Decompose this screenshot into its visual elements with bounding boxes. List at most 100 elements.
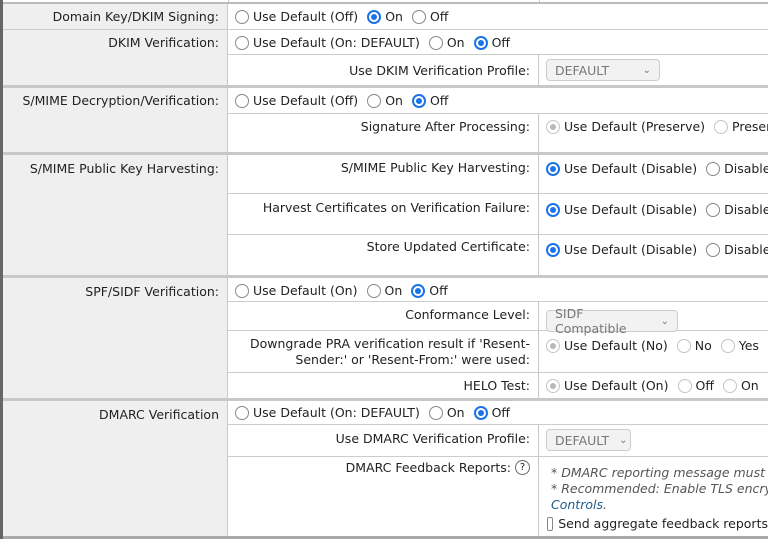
signature-radios: Use Default (Preserve) Preser — [539, 114, 768, 134]
label-dmarc-feedback: DMARC Feedback Reports:? — [228, 456, 539, 539]
opt-label: Disable — [724, 202, 768, 217]
opt-label: On — [446, 405, 465, 420]
radio-harvest-0-disable[interactable] — [706, 161, 721, 176]
opt-label: Use Default (Disable) — [564, 161, 698, 176]
radio-harvest-1-disable[interactable] — [706, 202, 721, 217]
opt-label: Use Default (Disable) — [564, 202, 698, 217]
opt-label: Use Default (Preserve) — [564, 119, 706, 134]
select-value: SIDF Compatible — [555, 306, 627, 336]
radio-dmarc-default[interactable] — [235, 405, 249, 420]
harvest-2-radios: Use Default (Disable) Disable — [539, 237, 768, 257]
opt-label: Use Default (Off) — [253, 93, 359, 108]
radio-signature-default[interactable] — [546, 119, 560, 134]
radio-harvest-0-default[interactable] — [546, 161, 560, 176]
chevron-down-icon: ⌄ — [642, 64, 651, 76]
label-dmarc: DMARC Verification — [3, 401, 228, 539]
dmarc-radios: Use Default (On: DEFAULT) On Off — [228, 400, 512, 420]
radio-smime-off[interactable] — [411, 93, 426, 108]
label-downgrade: Downgrade PRA verification result if 'Re… — [228, 330, 539, 372]
radio-dkim-signing-off[interactable] — [411, 9, 426, 24]
dkim-verification-radios: Use Default (On: DEFAULT) On Off — [228, 30, 512, 50]
opt-label: Off — [429, 93, 449, 108]
radio-downgrade-default[interactable] — [546, 338, 560, 353]
radio-smime-default[interactable] — [235, 93, 249, 108]
radio-spf-off[interactable] — [411, 283, 426, 298]
opt-label: On — [385, 93, 403, 108]
label-conformance: Conformance Level: — [228, 301, 539, 330]
select-value: DEFAULT — [555, 62, 610, 78]
label-dkim-signing: Domain Key/DKIM Signing: — [3, 3, 228, 29]
dkim-profile-select[interactable]: DEFAULT ⌄ — [546, 59, 660, 81]
radio-harvest-2-default[interactable] — [546, 242, 560, 257]
opt-label: On — [446, 35, 465, 50]
dkim-signing-radios: Use Default (Off) On Off — [228, 4, 450, 24]
opt-label: Off — [429, 9, 449, 24]
radio-dkim-ver-default[interactable] — [235, 35, 249, 50]
opt-label: No — [694, 338, 712, 353]
conformance-select[interactable]: SIDF Compatible ⌄ — [546, 306, 678, 336]
feedback-note-2: * Recommended: Enable TLS encryp — [551, 481, 768, 496]
aggregate-feedback-checkbox[interactable] — [547, 516, 554, 531]
radio-harvest-1-default[interactable] — [546, 202, 560, 217]
label-dkim-profile: Use DKIM Verification Profile: — [228, 54, 539, 86]
smime-decryption-radios: Use Default (Off) On Off — [228, 88, 450, 108]
opt-label: Use Default (On) — [564, 378, 669, 393]
spf-radios: Use Default (On) On Off — [228, 278, 450, 298]
label-smime-decryption: S/MIME Decryption/Verification: — [3, 87, 228, 153]
opt-label: Off — [491, 35, 511, 50]
opt-label: Disable — [724, 242, 768, 257]
radio-helo-on[interactable] — [722, 378, 737, 393]
label-signature-after: Signature After Processing: — [228, 113, 539, 153]
harvest-0-radios: Use Default (Disable) Disable — [539, 156, 768, 176]
opt-label: On — [385, 9, 403, 24]
controls-link[interactable]: Controls — [551, 497, 603, 512]
radio-helo-default[interactable] — [546, 378, 560, 393]
radio-downgrade-yes[interactable] — [720, 338, 735, 353]
opt-label: Yes — [738, 338, 759, 353]
radio-dkim-ver-on[interactable] — [428, 35, 443, 50]
helo-radios: Use Default (On) Off On — [539, 373, 761, 393]
label-helo: HELO Test: — [228, 372, 539, 399]
label-harvest-0: S/MIME Public Key Harvesting: — [228, 155, 539, 193]
label-spf: SPF/SIDF Verification: — [3, 278, 228, 399]
opt-label: On — [384, 283, 403, 298]
help-icon[interactable]: ? — [515, 460, 530, 475]
radio-spf-on[interactable] — [366, 283, 381, 298]
radio-downgrade-no[interactable] — [676, 338, 691, 353]
chevron-down-icon: ⌄ — [660, 315, 669, 327]
label-dkim-verification: DKIM Verification: — [3, 29, 228, 86]
select-value: DEFAULT — [555, 432, 610, 448]
dmarc-profile-select[interactable]: DEFAULT ⌄ — [546, 429, 631, 451]
opt-label: Preser — [732, 119, 768, 134]
downgrade-line1: Downgrade PRA verification result if 'Re… — [250, 336, 530, 351]
opt-label: Use Default (Off) — [253, 9, 359, 24]
label-smime-harvesting: S/MIME Public Key Harvesting: — [3, 155, 228, 276]
dmarc-feedback-cell: * DMARC reporting message must b * Recomm… — [539, 457, 768, 531]
radio-dkim-signing-default[interactable] — [235, 9, 249, 24]
label-dmarc-profile: Use DMARC Verification Profile: — [228, 424, 539, 456]
radio-spf-default[interactable] — [235, 283, 249, 298]
radio-dmarc-on[interactable] — [428, 405, 443, 420]
opt-label: Disable — [724, 161, 768, 176]
opt-label: Off — [695, 378, 714, 393]
radio-dkim-ver-off[interactable] — [473, 35, 488, 50]
opt-label: Use Default (Disable) — [564, 242, 698, 257]
radio-harvest-2-disable[interactable] — [706, 242, 721, 257]
label-harvest-2: Store Updated Certificate: — [228, 234, 539, 276]
radio-helo-off[interactable] — [677, 378, 692, 393]
downgrade-line2: Sender:' or 'Resent-From:' were used: — [295, 352, 530, 367]
feedback-note-1: * DMARC reporting message must b — [551, 465, 768, 480]
opt-label: Use Default (On: DEFAULT) — [253, 405, 420, 420]
radio-dmarc-off[interactable] — [473, 405, 488, 420]
opt-label: On — [740, 378, 759, 393]
harvest-1-radios: Use Default (Disable) Disable — [539, 197, 768, 217]
link-suffix: . — [602, 497, 607, 512]
label-harvest-1: Harvest Certificates on Verification Fai… — [228, 193, 539, 234]
opt-label: Off — [429, 283, 448, 298]
opt-label: Use Default (No) — [564, 338, 668, 353]
radio-signature-preserve[interactable] — [714, 119, 729, 134]
checkbox-label: Send aggregate feedback reports — [558, 516, 768, 531]
radio-smime-on[interactable] — [367, 93, 382, 108]
radio-dkim-signing-on[interactable] — [367, 9, 382, 24]
opt-label: Off — [491, 405, 511, 420]
